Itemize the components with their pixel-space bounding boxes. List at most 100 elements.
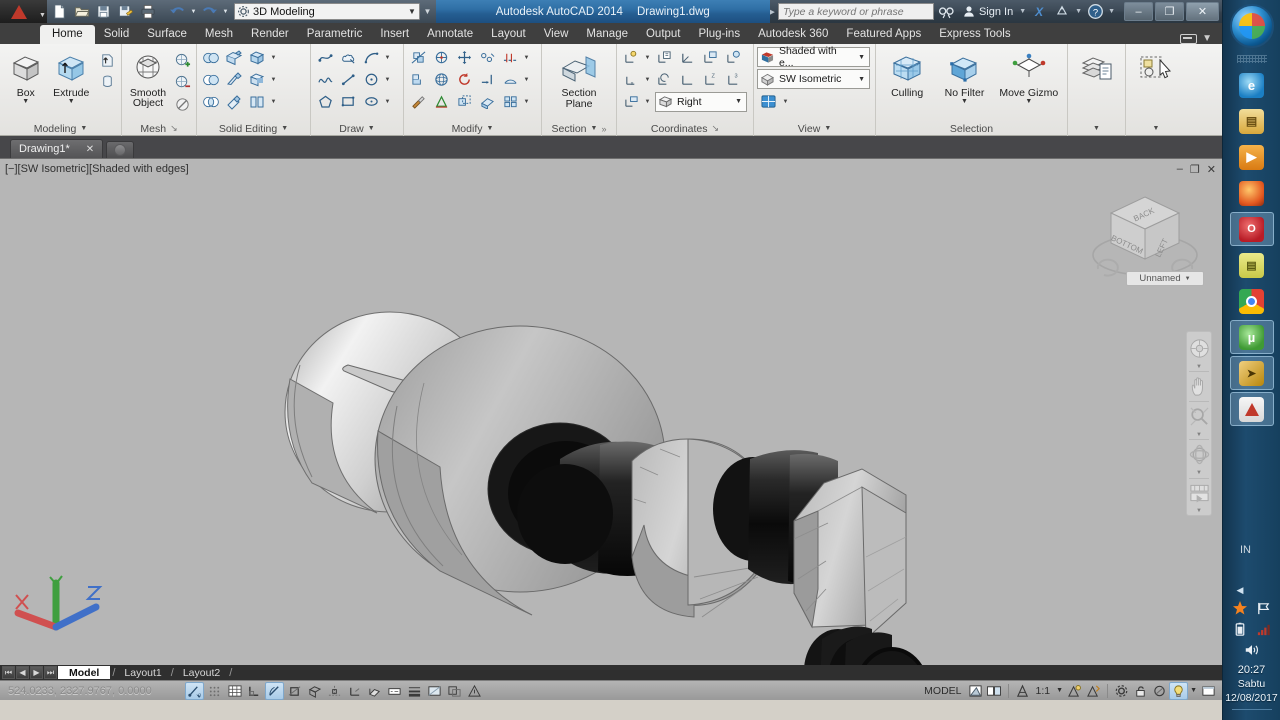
ucs-object-icon[interactable] — [722, 47, 744, 68]
search-icon[interactable] — [937, 2, 957, 22]
close-icon[interactable]: ✕ — [86, 144, 94, 155]
qat-customize-caret[interactable]: ▼ — [421, 7, 434, 16]
save-as-icon[interactable] — [115, 2, 136, 22]
tray-expand-caret[interactable]: ◀ — [1223, 585, 1244, 596]
taskbar-item-opera[interactable]: O — [1229, 212, 1274, 246]
quick-view-layouts-icon[interactable] — [985, 682, 1004, 700]
search-input[interactable] — [777, 3, 934, 20]
ribbon-tab-express-tools[interactable]: Express Tools — [930, 25, 1019, 44]
solid-editing-dropdown-3[interactable]: ▼ — [269, 91, 278, 112]
ucs-named-icon[interactable] — [653, 47, 675, 68]
separate-icon[interactable] — [246, 91, 268, 112]
close-button[interactable]: ✕ — [1186, 2, 1219, 21]
lock-ui-icon[interactable] — [1131, 682, 1150, 700]
polyline-icon[interactable] — [314, 47, 336, 68]
draw-dropdown-3[interactable]: ▼ — [383, 91, 392, 112]
section-overflow[interactable]: » — [601, 124, 606, 134]
ribbon-tab-insert[interactable]: Insert — [371, 25, 418, 44]
first-layout-button[interactable]: ⏮ — [2, 666, 15, 679]
taskbar-item-notepad[interactable]: ▤ — [1230, 248, 1274, 282]
solid-editing-dropdown-1[interactable]: ▼ — [269, 47, 278, 68]
infer-constraints-icon[interactable]: g — [185, 681, 204, 700]
named-view-caret[interactable]: ▼ — [1185, 276, 1191, 282]
annotation-scale-icon[interactable] — [1013, 682, 1032, 700]
viewcube[interactable]: BACK BOTTOM LEFT — [1090, 177, 1200, 312]
pan-icon[interactable] — [1187, 373, 1211, 400]
modify-dropdown-1[interactable]: ▼ — [522, 47, 531, 68]
3d-object-snap-icon[interactable] — [305, 682, 324, 700]
ucs-face-icon[interactable] — [699, 47, 721, 68]
share-design-view-icon[interactable] — [1052, 2, 1072, 22]
line-icon[interactable] — [337, 69, 359, 90]
smooth-object-button[interactable]: Smooth Object — [125, 47, 171, 108]
taskbar-item-chrome[interactable] — [1230, 284, 1274, 318]
taskbar-item-internet-explorer[interactable]: e — [1230, 68, 1274, 102]
layers-title-caret[interactable]: ▼ — [1093, 125, 1100, 132]
model-space-icon[interactable] — [966, 682, 985, 700]
orbit-icon[interactable] — [1187, 441, 1211, 468]
annotation-monitor-icon[interactable] — [465, 682, 484, 700]
annotation-scale-value[interactable]: 1:1 — [1032, 685, 1055, 697]
taskbar-grip[interactable] — [1236, 55, 1267, 63]
polygon-icon[interactable] — [314, 91, 336, 112]
new-icon[interactable] — [49, 2, 70, 22]
steering-wheel-caret[interactable]: ▼ — [1187, 363, 1211, 371]
orbit-caret[interactable]: ▼ — [1187, 469, 1211, 477]
spline-icon[interactable] — [314, 69, 336, 90]
ribbon-tab-overflow[interactable]: ▼ — [1180, 33, 1222, 44]
extrude-caret[interactable]: ▼ — [68, 98, 75, 105]
dynamic-ucs-icon[interactable] — [365, 682, 384, 700]
save-icon[interactable] — [93, 2, 114, 22]
chamfer-icon[interactable] — [476, 47, 498, 68]
panel-title-selection[interactable]: Selection — [876, 121, 1067, 136]
clean-icon[interactable] — [223, 91, 245, 112]
auto-scale-icon[interactable] — [1084, 682, 1103, 700]
ribbon-tab-featured-apps[interactable]: Featured Apps — [837, 25, 930, 44]
taskbar-clock[interactable]: 20:27 Sabtu 12/08/2017 — [1225, 663, 1278, 705]
ribbon-overflow-caret[interactable]: ▼ — [1202, 33, 1212, 44]
snap-mode-icon[interactable] — [205, 682, 224, 700]
panel-title-groups[interactable]: ▼ — [1126, 121, 1186, 136]
presspull-icon[interactable] — [96, 50, 118, 71]
3d-scale-icon[interactable] — [453, 91, 475, 112]
refine-mesh-icon[interactable] — [171, 94, 193, 115]
arc-icon[interactable] — [360, 47, 382, 68]
ribbon-tab-render[interactable]: Render — [242, 25, 298, 44]
help-caret[interactable]: ▼ — [1108, 8, 1115, 15]
extend-icon[interactable] — [476, 69, 498, 90]
layout-tab-model[interactable]: Model — [58, 666, 111, 679]
ucs-view-icon[interactable] — [676, 69, 698, 90]
isolate-objects-icon[interactable] — [1150, 682, 1169, 700]
panel-title-modify[interactable]: Modify ▼ — [404, 121, 541, 136]
layers-button[interactable] — [1072, 47, 1122, 88]
transparency-icon[interactable] — [425, 682, 444, 700]
panel-title-solid-editing[interactable]: Solid Editing ▼ — [197, 121, 310, 136]
showmotion-caret[interactable]: ▼ — [1187, 507, 1211, 515]
showmotion-icon[interactable] — [1187, 480, 1211, 507]
infocenter-expand-caret[interactable]: ▶ — [770, 8, 775, 16]
steering-wheel-icon[interactable] — [1187, 335, 1211, 362]
sign-in-caret[interactable]: ▼ — [1019, 8, 1026, 15]
workspace-caret[interactable]: ▼ — [405, 7, 419, 16]
panel-title-layers[interactable]: ▼ — [1068, 121, 1125, 136]
dynamic-input-icon[interactable] — [385, 682, 404, 700]
ribbon-tab-view[interactable]: View — [535, 25, 578, 44]
workspace-switcher[interactable]: 3D Modeling ▼ — [234, 3, 420, 20]
ucs-origin-dropdown[interactable]: ▼ — [643, 69, 652, 90]
3d-rotate-icon[interactable] — [430, 69, 452, 90]
ucs-origin-icon[interactable]: x — [620, 69, 642, 90]
groups-title-caret[interactable]: ▼ — [1153, 125, 1160, 132]
draw-dropdown-2[interactable]: ▼ — [383, 69, 392, 90]
ribbon-tab-manage[interactable]: Manage — [577, 25, 637, 44]
coordinate-display[interactable]: 524.0233, 2327.9767, 0.0000 — [0, 685, 185, 697]
solid-editing-dropdown-2[interactable]: ▼ — [269, 69, 278, 90]
application-menu-caret[interactable]: ▼ — [38, 0, 47, 23]
layout-tab-layout1[interactable]: Layout1 — [117, 666, 168, 679]
move-gizmo-caret[interactable]: ▼ — [1025, 98, 1032, 105]
action-center-flag-icon[interactable] — [1255, 600, 1271, 616]
view-title-caret[interactable]: ▼ — [824, 125, 831, 132]
groups-button[interactable] — [1131, 47, 1181, 88]
panel-title-section[interactable]: Section ▼ » — [542, 121, 616, 136]
no-filter-button[interactable]: No Filter ▼ — [937, 47, 991, 105]
smooth-more-icon[interactable] — [171, 50, 193, 71]
